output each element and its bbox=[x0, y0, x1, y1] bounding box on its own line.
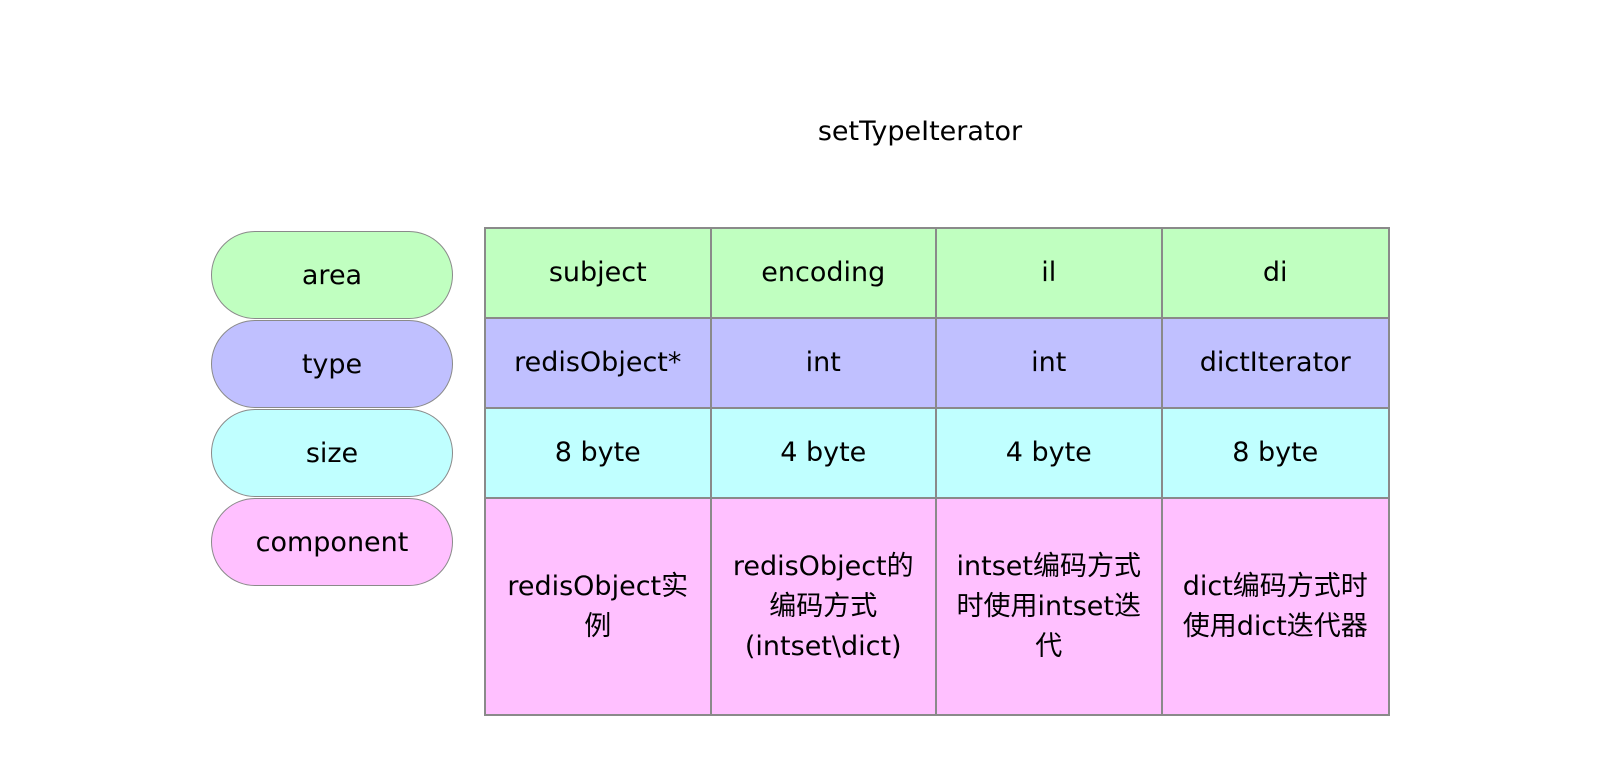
struct-table: subject encoding il di redisObject* int … bbox=[484, 227, 1390, 716]
cell-il-component: intset编码方式时使用intset迭代 bbox=[937, 499, 1163, 714]
cell-il-size: 4 byte bbox=[937, 409, 1163, 499]
cell-encoding-type: int bbox=[711, 319, 937, 409]
cell-subject-area: subject bbox=[486, 229, 712, 319]
cell-subject-size: 8 byte bbox=[486, 409, 712, 499]
row-label-component: component bbox=[211, 498, 453, 586]
row-label-area: area bbox=[211, 231, 453, 319]
cell-di-area: di bbox=[1162, 229, 1388, 319]
row-label-size: size bbox=[211, 409, 453, 497]
cell-il-type: int bbox=[937, 319, 1163, 409]
cell-di-component: dict编码方式时使用dict迭代器 bbox=[1162, 499, 1388, 714]
cell-encoding-size: 4 byte bbox=[711, 409, 937, 499]
cell-di-size: 8 byte bbox=[1162, 409, 1388, 499]
cell-subject-type: redisObject* bbox=[486, 319, 712, 409]
cell-encoding-area: encoding bbox=[711, 229, 937, 319]
diagram-title: setTypeIterator bbox=[817, 116, 1023, 147]
row-label-type: type bbox=[211, 320, 453, 408]
cell-encoding-component: redisObject的编码方式(intset\dict) bbox=[711, 499, 937, 714]
cell-di-type: dictIterator bbox=[1162, 319, 1388, 409]
cell-il-area: il bbox=[937, 229, 1163, 319]
cell-subject-component: redisObject实例 bbox=[486, 499, 712, 714]
